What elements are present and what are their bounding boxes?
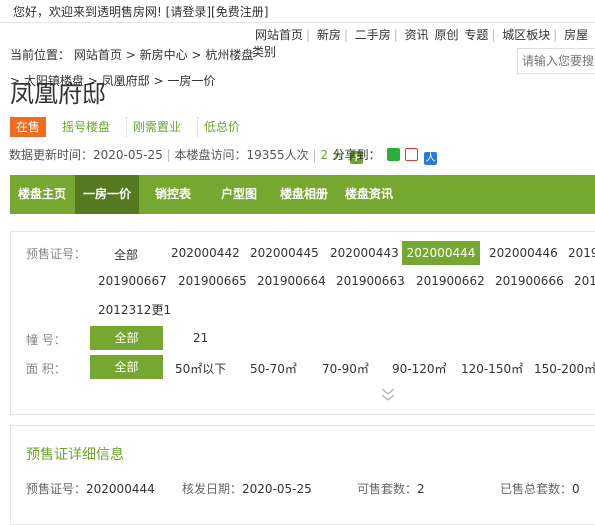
- detail-presale-value: 202000444: [86, 482, 155, 496]
- tab-home[interactable]: 楼盘主页: [10, 175, 74, 214]
- visits-value: 19355人次: [246, 148, 309, 162]
- nav-divider: |: [306, 28, 311, 42]
- presale-option[interactable]: 202000443: [330, 246, 399, 260]
- area-option[interactable]: 90-120㎡: [392, 360, 447, 377]
- register-link[interactable]: [免费注册]: [211, 5, 268, 19]
- detail-date-label: 核发日期：: [182, 482, 243, 496]
- breadcrumb-sep: >: [125, 48, 136, 62]
- presale-option[interactable]: 202000442: [171, 246, 240, 260]
- stats-divider: |: [312, 148, 317, 162]
- qzone-icon[interactable]: 人: [424, 152, 438, 165]
- presale-option[interactable]: 201900664: [257, 274, 326, 288]
- welcome-bar: 您好，欢迎来到透明售房网! [请登录][免费注册]: [13, 3, 268, 20]
- stats-divider: |: [166, 148, 171, 162]
- detail-available: 可售套数：2: [357, 480, 425, 497]
- page-title: 凤凰府邸: [10, 80, 106, 108]
- area-option[interactable]: 120-150㎡: [461, 360, 523, 377]
- presale-option[interactable]: 2012312更1: [98, 301, 171, 318]
- presale-detail-title: 预售证详细信息: [26, 447, 124, 463]
- sitenav-districts[interactable]: 城区板块: [499, 28, 553, 42]
- welcome-text: 您好，欢迎来到透明售房网!: [13, 5, 162, 19]
- presale-option[interactable]: 201: [574, 274, 595, 288]
- tab-sales-control[interactable]: 销控表: [140, 175, 206, 214]
- area-option-all[interactable]: 全部: [90, 355, 163, 379]
- sitenav-second-hand[interactable]: 二手房: [352, 28, 394, 42]
- sitenav-new-house[interactable]: 新房: [314, 28, 344, 42]
- detail-presale: 预售证号：202000444: [26, 480, 155, 497]
- presale-option[interactable]: 201900667: [98, 274, 167, 288]
- breadcrumb-property[interactable]: 凤凰府邸: [102, 74, 150, 88]
- breadcrumb-sep: >: [153, 74, 164, 88]
- breadcrumb-new-house[interactable]: 新房中心: [140, 48, 188, 62]
- presale-option[interactable]: 202000446: [489, 246, 558, 260]
- presale-option-selected[interactable]: 202000444: [402, 241, 480, 265]
- presale-option[interactable]: 202000445: [250, 246, 319, 260]
- property-nav-bar: 楼盘主页 一房一价 销控表 户型图 楼盘相册 楼盘资讯: [10, 175, 595, 214]
- building-option[interactable]: 21: [193, 331, 208, 345]
- area-filter-label: 面 积：: [26, 362, 66, 376]
- updated-value: 2020-05-25: [93, 148, 163, 162]
- weibo-icon[interactable]: [405, 148, 419, 161]
- breadcrumb-prefix: 当前位置：: [10, 48, 71, 62]
- presale-detail-panel: [10, 425, 595, 525]
- detail-sold-label: 已售总套数：: [500, 482, 573, 496]
- detail-date-value: 2020-05-25: [242, 482, 312, 496]
- updated-label: 数据更新时间：: [9, 148, 94, 162]
- login-link[interactable]: [请登录]: [166, 5, 211, 19]
- sitenav-home[interactable]: 网站首页: [252, 28, 306, 42]
- presale-option[interactable]: 201900666: [495, 274, 564, 288]
- nav-divider: |: [491, 28, 496, 42]
- sitenav-original[interactable]: 原创: [434, 28, 460, 42]
- tag-first-home[interactable]: 刚需置业: [126, 117, 187, 137]
- detail-sold: 已售总套数：0: [500, 480, 580, 497]
- presale-option[interactable]: 201900663: [336, 274, 405, 288]
- presale-option[interactable]: 201900662: [416, 274, 485, 288]
- breadcrumb: 当前位置： 网站首页 > 新房中心 > 杭州楼盘: [10, 46, 253, 63]
- property-stats: 数据更新时间：2020-05-25 | 本楼盘访问：19355人次 | 2 人 …: [9, 146, 438, 165]
- presale-option[interactable]: 2019: [568, 246, 595, 260]
- breadcrumb-home[interactable]: 网站首页: [74, 48, 122, 62]
- sitenav-topics[interactable]: 专题: [463, 28, 491, 42]
- breadcrumb-current: 一房一价: [167, 74, 216, 88]
- presale-option[interactable]: 全部: [114, 246, 138, 263]
- tag-low-price[interactable]: 低总价: [197, 117, 246, 137]
- nav-divider: |: [393, 28, 398, 42]
- status-badge: 在售: [10, 117, 47, 137]
- nav-divider: |: [553, 28, 558, 42]
- tab-floor-plans[interactable]: 户型图: [207, 175, 271, 214]
- area-option[interactable]: 50-70㎡: [250, 360, 297, 377]
- search-input[interactable]: [517, 48, 595, 74]
- expand-chevron-icon[interactable]: [380, 388, 396, 405]
- detail-available-label: 可售套数：: [357, 482, 418, 496]
- area-option[interactable]: 50㎡以下: [175, 360, 226, 377]
- detail-presale-label: 预售证号：: [26, 482, 87, 496]
- top-bar: 您好，欢迎来到透明售房网! [请登录][免费注册]: [0, 0, 595, 23]
- detail-available-value: 2: [417, 482, 425, 496]
- breadcrumb-hangzhou[interactable]: 杭州楼盘: [205, 48, 253, 62]
- wechat-icon[interactable]: [386, 148, 400, 161]
- detail-sold-value: 0: [572, 482, 580, 496]
- visits-label: 本楼盘访问：: [174, 148, 247, 162]
- breadcrumb-sep: >: [191, 48, 202, 62]
- tab-album[interactable]: 楼盘相册: [272, 175, 336, 214]
- building-option-all[interactable]: 全部: [90, 326, 163, 350]
- presale-filter-label: 预售证号：: [26, 247, 87, 261]
- nav-divider: |: [343, 28, 348, 42]
- area-option[interactable]: 150-200㎡: [534, 360, 595, 377]
- presale-option[interactable]: 201900665: [178, 274, 247, 288]
- site-nav: 网站首页 | 新房 | 二手房 | 资讯 原创 专题 | 城区板块 | 房屋类别: [252, 26, 595, 59]
- building-filter-label: 幢 号：: [26, 333, 66, 347]
- detail-date: 核发日期：2020-05-25: [182, 480, 312, 497]
- tab-price-list[interactable]: 一房一价: [75, 175, 139, 214]
- share-label: 分享到：: [332, 148, 381, 162]
- tab-news[interactable]: 楼盘资讯: [337, 175, 401, 214]
- sitenav-news[interactable]: 资讯: [402, 28, 430, 42]
- tag-lottery[interactable]: 摇号楼盘: [56, 117, 116, 137]
- area-option[interactable]: 70-90㎡: [322, 360, 369, 377]
